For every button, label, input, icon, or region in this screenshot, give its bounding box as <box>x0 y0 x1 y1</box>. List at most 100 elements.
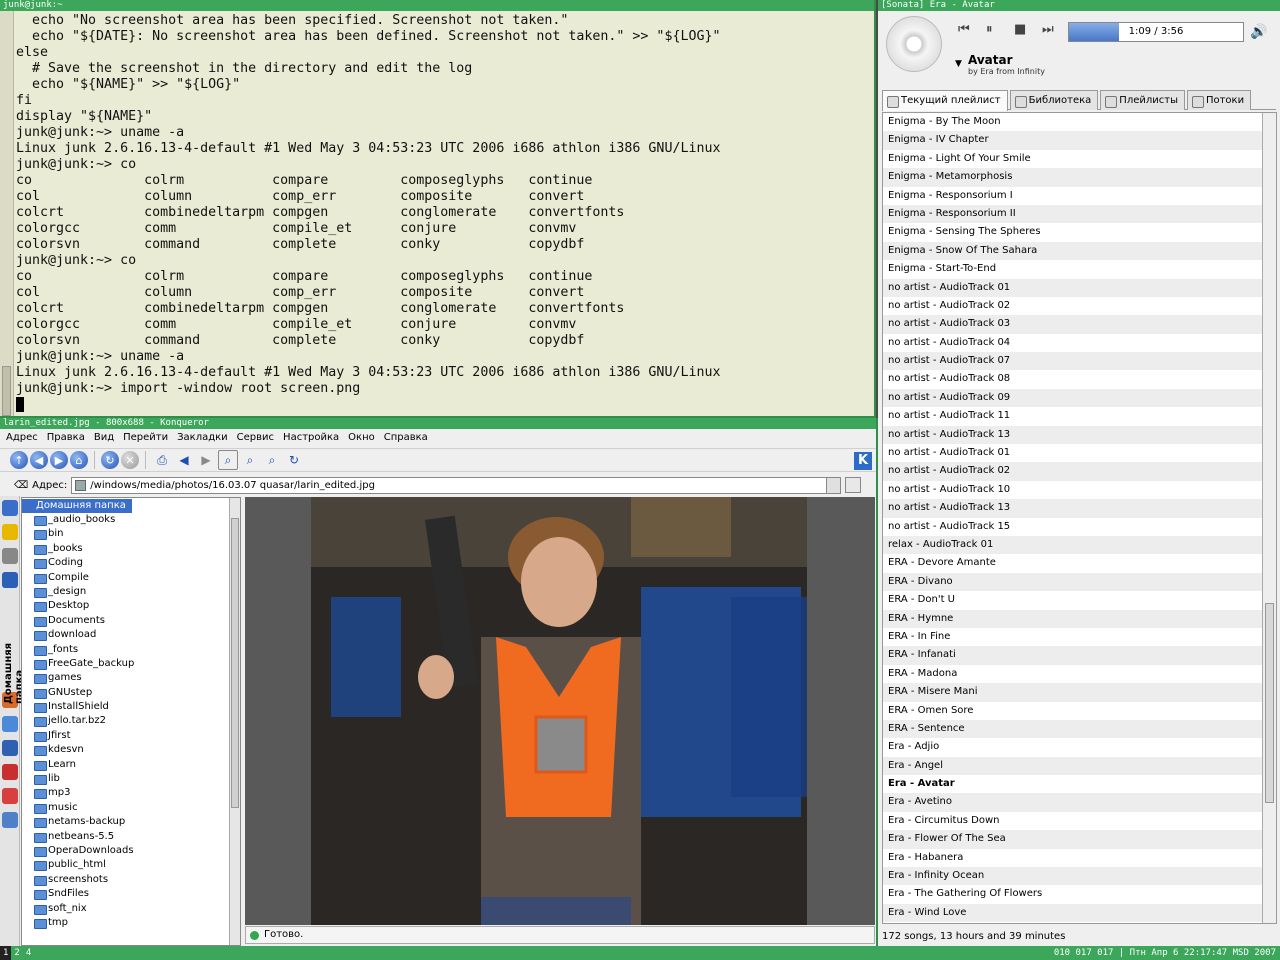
tree-folder-item[interactable]: public_html <box>22 858 240 872</box>
playlist-row[interactable]: Enigma - Metamorphosis <box>883 168 1276 187</box>
tree-folder-item[interactable]: music <box>22 801 240 815</box>
playlist-row[interactable]: no artist - AudioTrack 11 <box>883 407 1276 425</box>
playlist-row[interactable]: Era - Circumitus Down <box>883 812 1276 830</box>
tree-folder-item[interactable]: mp3 <box>22 786 240 800</box>
playlist-row[interactable]: Era - Adjio <box>883 738 1276 756</box>
tree-scrollbar[interactable] <box>229 498 240 945</box>
menu-item[interactable]: Справка <box>384 429 428 447</box>
tree-folder-item[interactable]: download <box>22 628 240 642</box>
menu-item[interactable]: Окно <box>348 429 375 447</box>
playlist-row[interactable]: ERA - Devore Amante <box>883 554 1276 572</box>
tree-folder-item[interactable]: kdesvn <box>22 743 240 757</box>
playlist-row[interactable]: relax - AudioTrack 01 <box>883 535 1276 555</box>
playlist-row[interactable]: ERA - Omen Sore <box>883 702 1276 720</box>
playlist-row[interactable]: Era - Wind Love <box>883 903 1276 923</box>
desktop-button[interactable]: 1 <box>0 946 12 960</box>
playlist-row[interactable]: Enigma - IV Chapter <box>883 131 1276 150</box>
tree-folder-item[interactable]: lib <box>22 772 240 786</box>
tree-folder-item[interactable]: _books <box>22 542 240 556</box>
playlist-scroll-thumb[interactable] <box>1265 603 1274 803</box>
konqueror-window[interactable]: larin_edited.jpg - 800x688 - Konqueror А… <box>0 418 878 946</box>
terminal-output[interactable]: echo "No screenshot area has been specif… <box>0 11 874 416</box>
sonata-tab[interactable]: Библиотека <box>1009 90 1099 110</box>
playlist-row[interactable]: Era - Avatar <box>883 775 1276 793</box>
print-icon[interactable]: ⎙ <box>152 450 172 470</box>
playlist-row[interactable]: no artist - AudioTrack 03 <box>883 315 1276 334</box>
zoom-out-icon[interactable]: ⌕ <box>262 450 282 470</box>
playlist-row[interactable]: no artist - AudioTrack 13 <box>883 499 1276 518</box>
playlist-row[interactable]: Era - Avetino <box>883 793 1276 812</box>
playlist-row[interactable]: Era - Habanera <box>883 849 1276 867</box>
address-clear-icon[interactable]: ⌫ <box>14 480 28 491</box>
tree-folder-item[interactable]: Compile <box>22 571 240 585</box>
rotate-icon[interactable]: ↻ <box>284 450 304 470</box>
tree-folder-item[interactable]: _fonts <box>22 643 240 657</box>
tree-folder-item[interactable]: screenshots <box>22 873 240 887</box>
reload-icon[interactable]: ↻ <box>101 451 119 469</box>
tree-scroll-thumb[interactable] <box>231 518 239 808</box>
tree-folder-item[interactable]: GNUstep <box>22 686 240 700</box>
next-icon[interactable]: ▶ <box>196 450 216 470</box>
menu-item[interactable]: Адрес <box>6 429 38 447</box>
playlist-row[interactable]: no artist - AudioTrack 01 <box>883 444 1276 462</box>
playlist-row[interactable]: no artist - AudioTrack 09 <box>883 388 1276 408</box>
network-icon[interactable] <box>2 716 18 732</box>
menu-item[interactable]: Перейти <box>123 429 168 447</box>
tree-folder-item[interactable]: _audio_books <box>22 513 240 527</box>
tree-folder-item[interactable]: bin <box>22 527 240 541</box>
playlist-row[interactable]: ERA - Misere Mani <box>883 683 1276 702</box>
previous-track-icon[interactable]: ⏮ <box>958 22 970 37</box>
tree-folder-item[interactable]: soft_nix <box>22 902 240 916</box>
menu-item[interactable]: Вид <box>94 429 114 447</box>
tree-folder-item[interactable]: jello.tar.bz2 <box>22 714 240 728</box>
sonata-window[interactable]: [Sonata] Era - Avatar ⏮ ⏸ ■ ⏭ 1:09 / 3:5… <box>878 0 1280 946</box>
image-viewer[interactable] <box>245 497 875 925</box>
playlist-row[interactable]: ERA - In Fine <box>883 628 1276 646</box>
playlist-row[interactable]: Enigma - Snow Of The Sahara <box>883 241 1276 261</box>
tree-folder-item[interactable]: Jfirst <box>22 729 240 743</box>
back-icon[interactable]: ◀ <box>30 451 48 469</box>
go-button[interactable] <box>845 477 862 493</box>
sonata-tab[interactable]: Плейлисты <box>1100 90 1185 110</box>
desktop-button[interactable]: 4 <box>23 946 34 960</box>
clock-icon[interactable] <box>2 572 18 588</box>
menu-item[interactable]: Настройка <box>283 429 339 447</box>
tree-folder-item[interactable]: games <box>22 671 240 685</box>
playlist-row[interactable]: no artist - AudioTrack 15 <box>883 518 1276 536</box>
bookmarks-icon[interactable] <box>2 500 18 516</box>
playlist-row[interactable]: no artist - AudioTrack 02 <box>883 462 1276 481</box>
playlist-row[interactable]: ERA - Don't U <box>883 591 1276 609</box>
playlist-row[interactable]: no artist - AudioTrack 10 <box>883 481 1276 499</box>
tree-folder-item[interactable]: InstallShield <box>22 700 240 714</box>
terminal-window[interactable]: junk@junk:~ echo "No screenshot area has… <box>0 0 876 418</box>
sonata-tab[interactable]: Текущий плейлист <box>882 90 1008 111</box>
services-icon[interactable] <box>2 740 18 756</box>
next-track-icon[interactable]: ⏭ <box>1042 22 1054 37</box>
address-input[interactable]: /windows/media/photos/16.03.07 quasar/la… <box>71 476 842 494</box>
root-folder-icon[interactable] <box>2 788 18 804</box>
playlist-row[interactable]: Enigma - Responsorium I <box>883 187 1276 205</box>
tree-folder-item[interactable]: OperaDownloads <box>22 844 240 858</box>
previous-icon[interactable]: ◀ <box>174 450 194 470</box>
favorites-icon[interactable] <box>2 524 18 540</box>
tree-folder-item[interactable]: netams-backup <box>22 815 240 829</box>
tree-folder-item[interactable]: _design <box>22 585 240 599</box>
menu-item[interactable]: Сервис <box>237 429 274 447</box>
devices-icon[interactable] <box>2 812 18 828</box>
playlist-row[interactable]: no artist - AudioTrack 08 <box>883 370 1276 388</box>
playlist-row[interactable]: no artist - AudioTrack 13 <box>883 425 1276 445</box>
media-icon[interactable] <box>2 764 18 780</box>
expander-icon[interactable]: ▼ <box>955 59 962 69</box>
playlist-scrollbar[interactable] <box>1262 113 1276 923</box>
stop-icon[interactable]: ■ <box>1014 22 1026 37</box>
stop-icon[interactable]: ✕ <box>121 451 139 469</box>
tree-folder-item[interactable]: Learn <box>22 758 240 772</box>
menu-item[interactable]: Закладки <box>177 429 228 447</box>
playlist-row[interactable]: ERA - Madona <box>883 665 1276 683</box>
playlist-row[interactable]: ERA - Divano <box>883 572 1276 592</box>
playlist-row[interactable]: Era - Infinity Ocean <box>883 867 1276 886</box>
terminal-cursor-line[interactable] <box>16 397 874 414</box>
playlist-row[interactable]: ERA - Hymne <box>883 609 1276 628</box>
playlist-row[interactable]: Enigma - Sensing The Spheres <box>883 223 1276 241</box>
tree-folder-item[interactable]: FreeGate_backup <box>22 657 240 671</box>
